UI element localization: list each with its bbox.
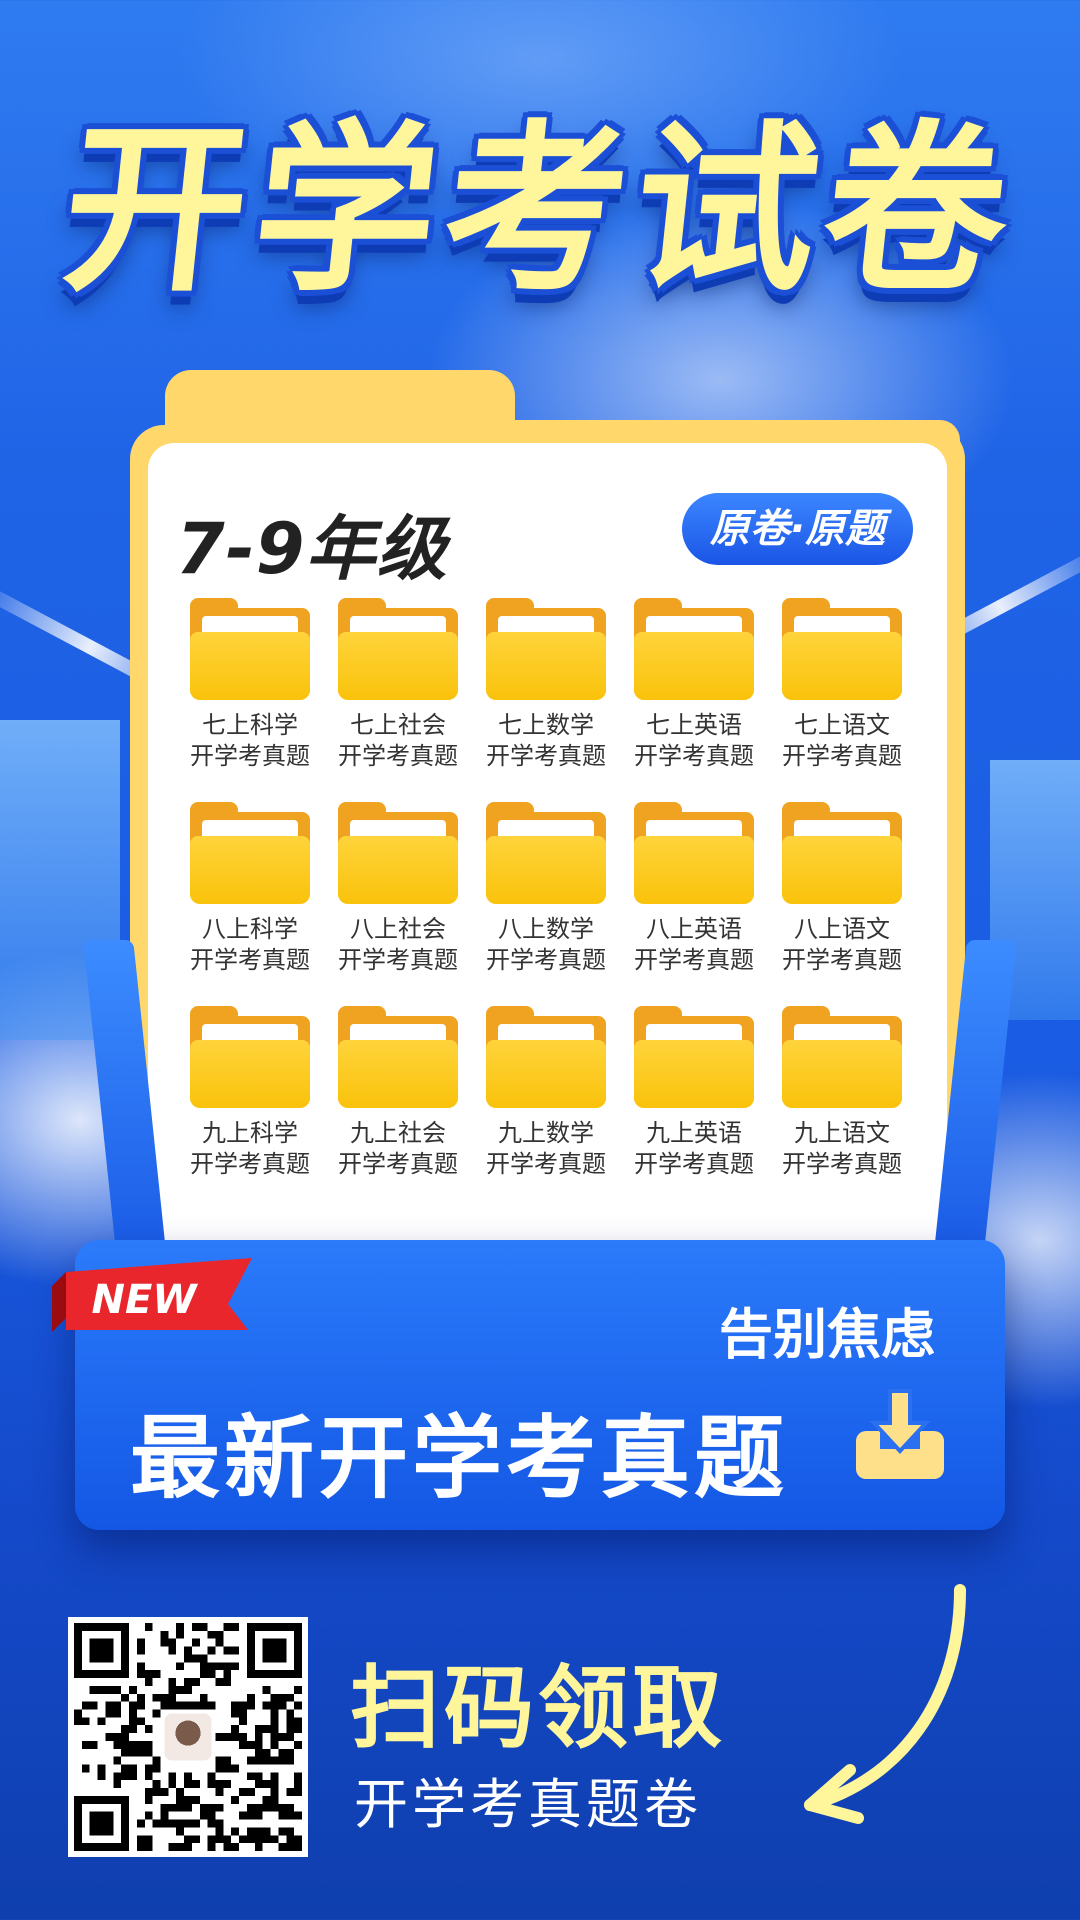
folder-item[interactable]: 九上科学 开学考真题 — [176, 1006, 324, 1180]
folder-icon — [634, 1006, 754, 1108]
folder-label-subject: 八上语文 — [794, 915, 890, 943]
folder-label-type: 开学考真题 — [338, 946, 458, 974]
folder-icon — [338, 802, 458, 904]
folder-label-subject: 八上数学 — [498, 915, 594, 943]
grade-label: 7-9年级 — [176, 508, 448, 590]
folder-icon — [338, 598, 458, 700]
folder-label-type: 开学考真题 — [782, 1150, 902, 1178]
folder-icon — [486, 802, 606, 904]
folder-label-type: 开学考真题 — [190, 1150, 310, 1178]
folder-icon — [486, 1006, 606, 1108]
scan-cta: 扫码领取 — [350, 1656, 726, 1761]
folder-item[interactable]: 八上数学 开学考真题 — [472, 802, 620, 976]
folder-icon — [634, 802, 754, 904]
folder-item[interactable]: 七上语文 开学考真题 — [768, 598, 916, 772]
folder-item[interactable]: 七上英语 开学考真题 — [620, 598, 768, 772]
folder-item[interactable]: 九上英语 开学考真题 — [620, 1006, 768, 1180]
folder-label-type: 开学考真题 — [190, 742, 310, 770]
folder-card-inner: 7-9年级 原卷·原题 七上科学 开学考真题 七上社会 开学考真题 七上数学 开学考真题七… — [148, 443, 947, 1247]
slogan-small: 告别焦虑 — [719, 1303, 935, 1366]
folder-icon — [782, 598, 902, 700]
folder-grid: 七上科学 开学考真题 七上社会 开学考真题 七上数学 开学考真题 七上英语 开学考真题 七上语文… — [176, 598, 916, 1180]
new-tag-text: NEW — [92, 1277, 199, 1323]
folder-icon — [782, 1006, 902, 1108]
folder-label-subject: 八上英语 — [646, 915, 742, 943]
folder-item[interactable]: 八上科学 开学考真题 — [176, 802, 324, 976]
folder-label-type: 开学考真题 — [486, 742, 606, 770]
folder-label-subject: 七上科学 — [202, 711, 298, 739]
curved-arrow-icon — [804, 1584, 966, 1824]
folder-item[interactable]: 七上科学 开学考真题 — [176, 598, 324, 772]
slogan-big: 最新开学考真题 — [130, 1406, 788, 1511]
folder-item[interactable]: 九上语文 开学考真题 — [768, 1006, 916, 1180]
qr-code[interactable] — [68, 1617, 308, 1857]
folder-icon — [782, 802, 902, 904]
folder-item[interactable]: 九上数学 开学考真题 — [472, 1006, 620, 1180]
folder-icon — [190, 802, 310, 904]
folder-item[interactable]: 七上数学 开学考真题 — [472, 598, 620, 772]
new-tag: NEW — [52, 1258, 252, 1332]
download-icon[interactable] — [850, 1385, 950, 1485]
folder-icon — [338, 1006, 458, 1108]
folder-label-type: 开学考真题 — [634, 1150, 754, 1178]
new-tag-fold — [52, 1272, 66, 1332]
folder-card: 7-9年级 原卷·原题 七上科学 开学考真题 七上社会 开学考真题 七上数学 开学考真题七… — [130, 425, 965, 1265]
poster-title: 开学考试卷 — [53, 104, 1027, 316]
folder-label-type: 开学考真题 — [634, 946, 754, 974]
folder-label-subject: 九上社会 — [350, 1119, 446, 1147]
scan-cta-subtitle: 开学考真题卷 — [354, 1773, 702, 1836]
folder-item[interactable]: 八上语文 开学考真题 — [768, 802, 916, 976]
folder-label-subject: 七上英语 — [646, 711, 742, 739]
folder-icon — [190, 1006, 310, 1108]
folder-label-subject: 七上数学 — [498, 711, 594, 739]
folder-label-type: 开学考真题 — [190, 946, 310, 974]
folder-label-subject: 七上社会 — [350, 711, 446, 739]
folder-label-type: 开学考真题 — [782, 742, 902, 770]
folder-label-type: 开学考真题 — [634, 742, 754, 770]
folder-label-subject: 九上数学 — [498, 1119, 594, 1147]
folder-icon — [634, 598, 754, 700]
folder-item[interactable]: 七上社会 开学考真题 — [324, 598, 472, 772]
folder-label-type: 开学考真题 — [338, 1150, 458, 1178]
folder-icon — [486, 598, 606, 700]
original-paper-badge: 原卷·原题 — [681, 493, 913, 565]
folder-label-subject: 九上英语 — [646, 1119, 742, 1147]
folder-label-subject: 七上语文 — [794, 711, 890, 739]
folder-label-type: 开学考真题 — [486, 946, 606, 974]
qr-code-icon — [74, 1623, 302, 1851]
folder-label-subject: 八上科学 — [202, 915, 298, 943]
folder-icon — [190, 598, 310, 700]
folder-item[interactable]: 八上英语 开学考真题 — [620, 802, 768, 976]
folder-label-subject: 九上语文 — [794, 1119, 890, 1147]
folder-label-subject: 八上社会 — [350, 915, 446, 943]
folder-label-type: 开学考真题 — [338, 742, 458, 770]
folder-label-type: 开学考真题 — [486, 1150, 606, 1178]
folder-item[interactable]: 九上社会 开学考真题 — [324, 1006, 472, 1180]
folder-item[interactable]: 八上社会 开学考真题 — [324, 802, 472, 976]
folder-label-subject: 九上科学 — [202, 1119, 298, 1147]
folder-label-type: 开学考真题 — [782, 946, 902, 974]
